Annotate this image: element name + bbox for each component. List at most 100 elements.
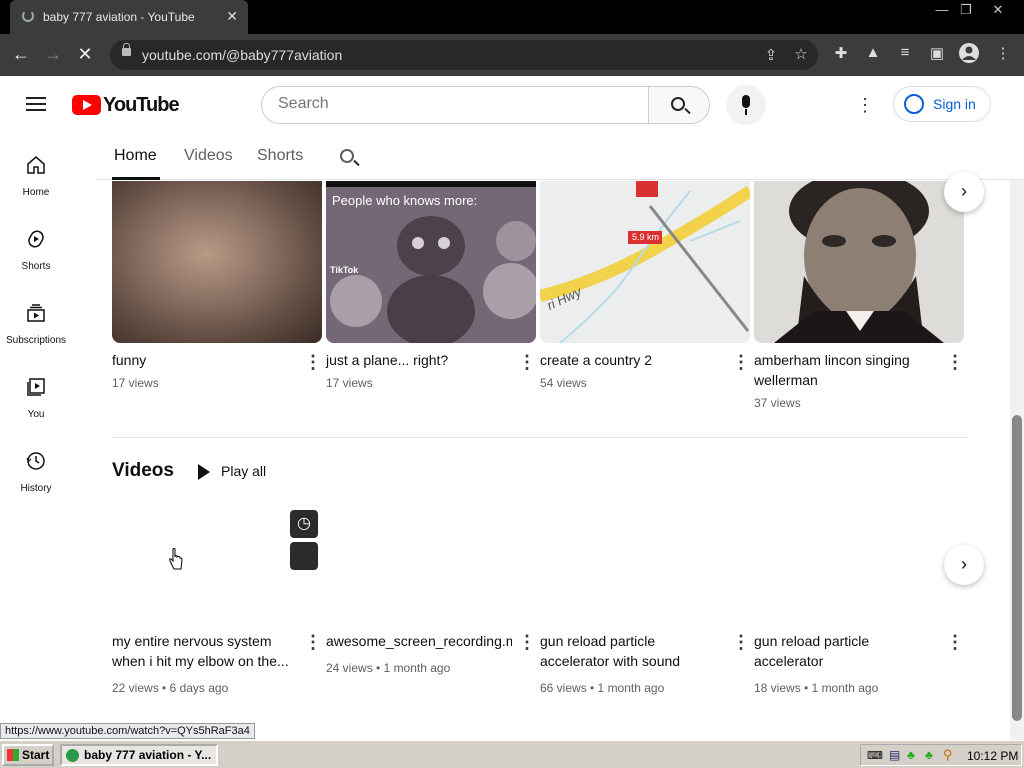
sidebar-item-label: History [20,483,52,494]
window-close-icon[interactable]: ✕ [984,2,1012,20]
search-input[interactable] [278,95,638,113]
search-tray-icon[interactable]: ⚲ [943,747,953,763]
watch-later-icon[interactable]: ◷ [290,510,318,538]
play-all-button[interactable]: Play all [196,462,286,482]
channel-search-icon[interactable] [340,149,354,163]
search-box[interactable] [261,86,649,124]
short-more-icon-4[interactable]: ⋮ [946,353,964,373]
keyboard-icon[interactable]: ⌨ [867,749,883,762]
video-more-icon-3[interactable]: ⋮ [732,633,750,653]
side-panel-icon[interactable]: ▣ [926,44,948,62]
chrome-app-icon [66,749,79,762]
sidebar-item-history[interactable]: History [0,451,72,525]
address-bar[interactable]: youtube.com/@baby777aviation ⇪ ☆ [110,40,818,70]
video-title-line: accelerator with sound [540,653,681,669]
lock-icon [122,43,131,56]
video-more-icon-1[interactable]: ⋮ [304,633,322,653]
short-thumbnail-1[interactable] [112,181,322,343]
subscriptions-icon [27,304,45,322]
sidebar-item-home[interactable]: Home [0,155,72,229]
video-thumbnail-1[interactable]: ◷ [112,500,322,618]
tiktok-watermark: TikTok [330,265,359,275]
video-title-line: gun reload particle [540,633,656,649]
videos-next-arrow-icon[interactable]: › [944,545,984,585]
video-title-1[interactable]: my entire nervous system when i hit my e… [112,631,292,671]
shield-icon[interactable]: ♣ [907,748,915,762]
short-title-3[interactable]: create a country 2 [540,350,720,370]
video-title-line: my entire nervous system [112,633,272,649]
share-icon[interactable]: ⇪ [760,46,782,64]
add-to-queue-icon[interactable] [290,542,318,570]
short-title-4[interactable]: amberham lincon singing wellerman [754,350,934,390]
os-taskbar: Start baby 777 aviation - Y... ⌨ ▤ ♣ ♣ ⚲… [0,740,1024,768]
stop-loading-icon[interactable]: ✕ [74,44,96,64]
video-meta-3: 66 views • 1 month ago [540,681,665,695]
scrollbar-thumb[interactable] [1012,415,1022,721]
sidebar-item-label: You [27,409,45,420]
tab-shorts[interactable]: Shorts [257,147,303,165]
tab-title: baby 777 aviation - YouTube [43,10,195,24]
back-icon[interactable]: ← [10,44,32,64]
tab-home[interactable]: Home [114,147,157,165]
youtube-logo-text: YouTube [103,94,180,116]
videos-section-heading[interactable]: Videos [112,460,174,482]
short-thumbnail-3[interactable]: 5.9 km ri Hwy [540,181,750,343]
extensions-icon[interactable]: ✚ [830,44,852,62]
update-icon[interactable]: ♣ [925,748,933,762]
sidebar-item-you[interactable]: You [0,377,72,451]
voice-search-button[interactable] [726,85,766,125]
browser-menu-icon[interactable]: ⋮ [992,44,1014,62]
video-meta-1: 22 views • 6 days ago [112,681,229,695]
start-button[interactable]: Start [2,744,54,766]
restore-icon[interactable]: ❐ [952,2,980,20]
short-more-icon-3[interactable]: ⋮ [732,353,750,373]
reading-list-icon[interactable]: ≡ [894,44,916,61]
video-thumbnail-2[interactable] [326,500,536,618]
short-more-icon-2[interactable]: ⋮ [518,353,536,373]
settings-more-icon[interactable]: ⋮ [856,94,874,116]
play-icon [198,464,210,480]
sidebar-item-shorts[interactable]: Shorts [0,229,72,303]
taskbar-window-button[interactable]: baby 777 aviation - Y... [60,744,218,766]
video-thumbnail-4[interactable] [754,500,964,618]
short-thumbnail-2[interactable]: People who knows more: TikTok [326,181,536,343]
video-title-line: accelerator [754,653,824,669]
video-thumbnail-3[interactable] [540,500,750,618]
menu-icon[interactable] [26,97,46,111]
video-title-3[interactable]: gun reload particle accelerator with sou… [540,631,720,671]
labs-flask-icon[interactable]: ▲ [862,44,884,61]
search-button[interactable] [648,86,710,124]
short-views-4: 37 views [754,396,801,410]
search-icon [671,97,685,111]
address-url[interactable]: youtube.com/@baby777aviation [142,47,342,63]
windows-logo-icon [7,749,19,761]
microphone-icon [742,95,750,108]
network-icon[interactable]: ▤ [889,748,900,762]
sidebar-item-subscriptions[interactable]: Subscriptions [0,303,72,377]
short-title-1[interactable]: funny [112,350,292,370]
portrait-image [754,181,964,343]
play-all-label: Play all [221,463,267,479]
short-thumbnail-4[interactable] [754,181,964,343]
tab-videos[interactable]: Videos [184,147,233,165]
video-more-icon-4[interactable]: ⋮ [946,633,964,653]
video-title-2[interactable]: awesome_screen_recording.m [326,631,512,651]
tab-close-icon[interactable]: ✕ [226,8,238,25]
video-meta-4: 18 views • 1 month ago [754,681,879,695]
shorts-next-arrow-icon[interactable]: › [944,172,984,212]
short-title-2[interactable]: just a plane... right? [326,350,506,370]
start-label: Start [22,748,50,762]
clock[interactable]: 10:12 PM [967,749,1018,763]
video-title-4[interactable]: gun reload particle accelerator [754,631,934,671]
forward-icon[interactable]: → [42,44,64,64]
sidebar-item-label: Subscriptions [5,335,67,346]
bookmark-star-icon[interactable]: ☆ [790,45,812,63]
home-icon [27,156,45,174]
short-more-icon-1[interactable]: ⋮ [304,353,322,373]
sidebar-item-label: Shorts [21,261,51,272]
sign-in-button[interactable]: Sign in [893,86,991,122]
video-more-icon-2[interactable]: ⋮ [518,633,536,653]
browser-tab[interactable]: baby 777 aviation - YouTube ✕ [10,0,248,34]
shorts-icon [28,230,44,248]
profile-icon[interactable] [958,42,980,68]
